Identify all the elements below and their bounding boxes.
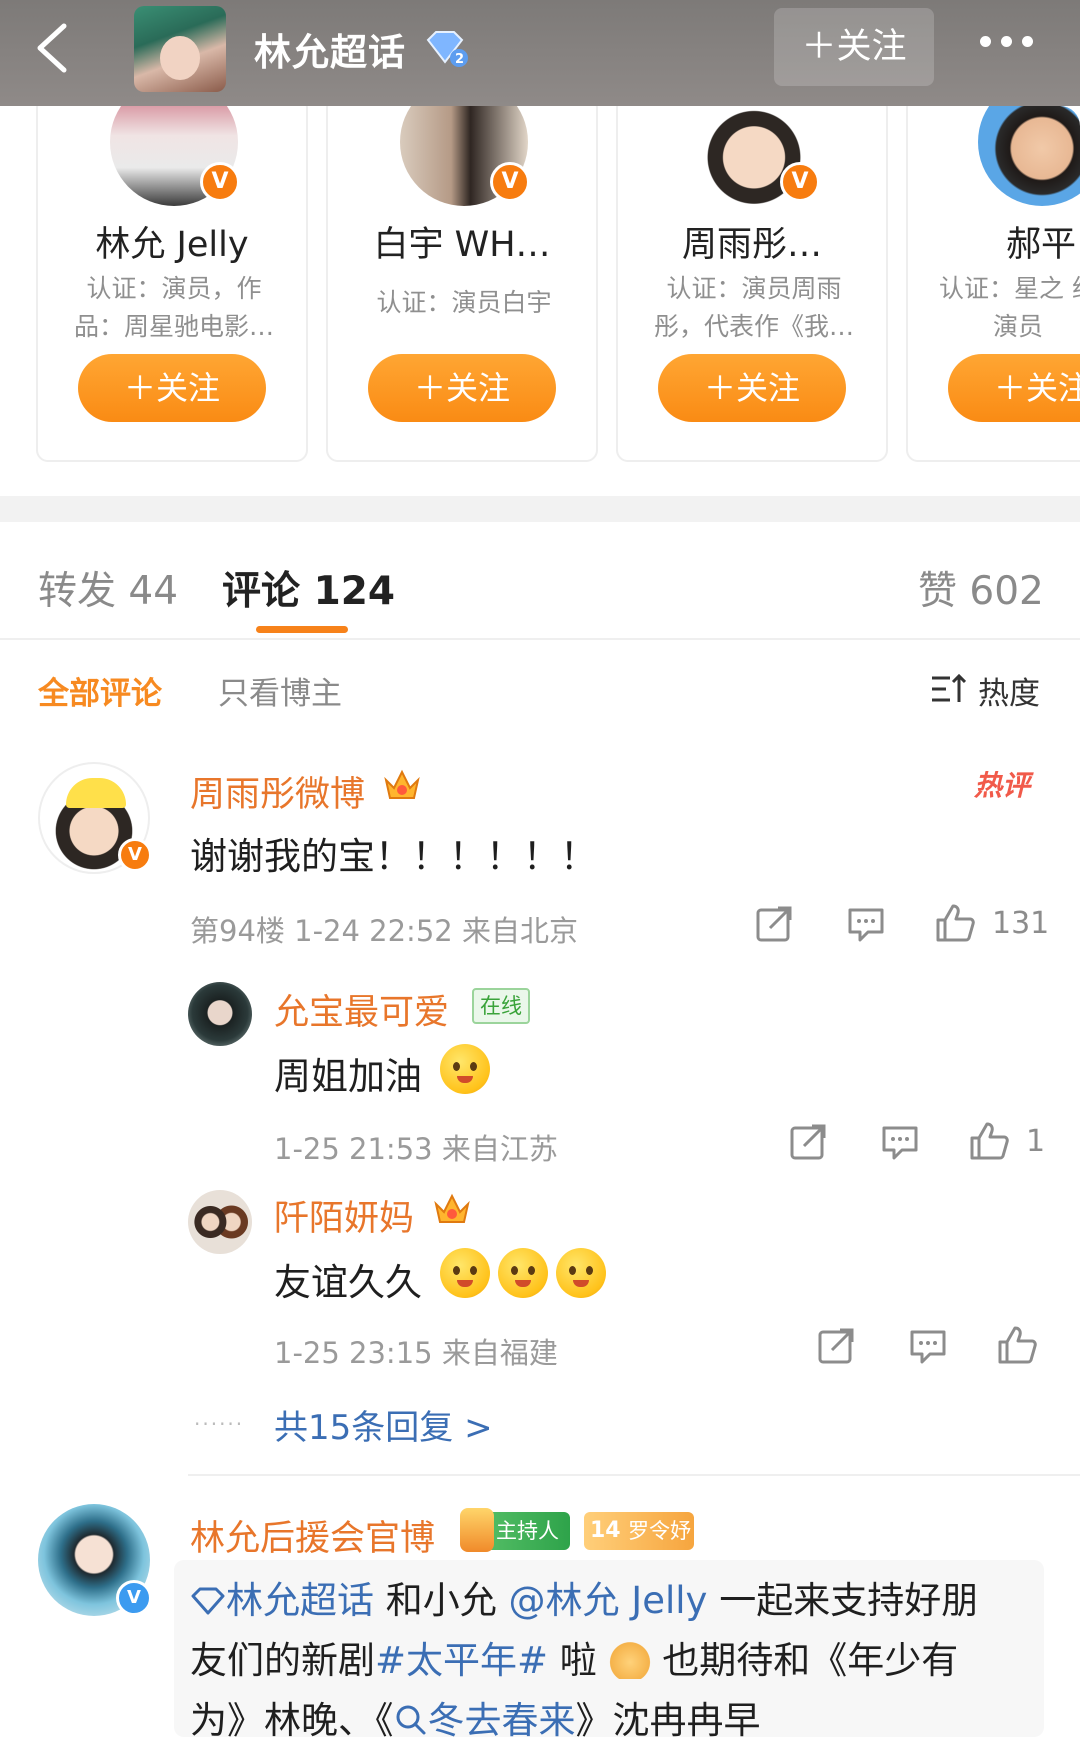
sort-icon[interactable] — [930, 672, 966, 706]
comment-text-segment: 友们的新剧 — [190, 1639, 375, 1682]
like-icon[interactable] — [934, 902, 976, 944]
crown-icon — [384, 769, 420, 799]
back-icon[interactable] — [28, 20, 78, 76]
emoji-pray-icon — [498, 1248, 548, 1298]
comment-text-segment: 和小允 — [374, 1579, 509, 1622]
hashtag-link[interactable]: #太平年# — [375, 1639, 548, 1682]
verified-badge-icon: V — [200, 162, 240, 202]
card-name: 周雨彤… — [681, 225, 822, 265]
avatar[interactable] — [188, 982, 252, 1046]
comment-text-segment: 啦 — [548, 1639, 609, 1682]
reply-name[interactable]: 阡陌妍妈 — [274, 1190, 414, 1241]
mention-link[interactable]: @林允 Jelly — [509, 1579, 708, 1622]
reply-dots: ······ — [194, 1412, 245, 1436]
tab-comments[interactable]: 评论 124 — [222, 560, 395, 616]
comment-icon[interactable] — [880, 1122, 920, 1162]
like-icon[interactable] — [996, 1324, 1038, 1366]
emoji-pray-icon — [556, 1248, 606, 1298]
search-link[interactable]: 冬去春来 — [428, 1699, 576, 1737]
follow-button[interactable]: ＋关注 — [658, 354, 846, 422]
recommend-card[interactable]: V 林允 Jelly 认证：演员，作品：周星驰电影… ＋关注 — [36, 106, 308, 462]
card-desc: 认证：演员周雨彤，代表作《我… — [654, 274, 855, 341]
recommend-card[interactable]: 郝平 认证：星之 约演员 ＋关注 — [906, 106, 1080, 462]
verified-badge-icon: V — [118, 838, 152, 872]
like-count: 131 — [992, 906, 1050, 941]
card-desc: 认证：演员白宇 — [376, 288, 552, 317]
crown-icon — [434, 1193, 470, 1223]
comment-text-segment: 也期待和《年少有 — [650, 1639, 959, 1682]
top-bar: 林允超话 2 ＋关注 — [0, 0, 1080, 106]
share-icon[interactable] — [754, 904, 794, 944]
emoji-cheer-icon — [440, 1044, 490, 1094]
avatar[interactable] — [188, 1190, 252, 1254]
fan-level-label: 罗令妤 — [628, 1519, 691, 1543]
reply-text: 周姐加油 — [274, 1055, 422, 1098]
online-status-badge: 在线 — [472, 988, 530, 1024]
fan-level-number: 14 — [590, 1518, 621, 1543]
tab-repost[interactable]: 转发 44 — [38, 560, 178, 616]
active-tab-indicator — [256, 626, 348, 633]
card-name: 林允 Jelly — [95, 225, 249, 265]
share-icon[interactable] — [816, 1326, 856, 1366]
host-badge: 主持人 — [460, 1508, 570, 1552]
comment-icon[interactable] — [908, 1326, 948, 1366]
view-all-replies-link[interactable]: 共15条回复 > — [274, 1400, 493, 1449]
comment-text-segment: 为》林晚、《 — [190, 1699, 394, 1737]
more-icon[interactable] — [980, 32, 1044, 51]
verified-badge-icon: V — [116, 1580, 152, 1616]
search-icon — [396, 1705, 425, 1735]
like-count: 1 — [1026, 1124, 1046, 1159]
comment-icon[interactable] — [846, 904, 886, 944]
follow-button[interactable]: ＋关注 — [78, 354, 266, 422]
interaction-tabs: 转发 44 评论 124 赞 602 — [0, 522, 1080, 640]
follow-button[interactable]: ＋关注 — [368, 354, 556, 422]
comment-text-segment: 一起来支持好朋 — [707, 1579, 979, 1622]
commenter-name[interactable]: 周雨彤微博 — [190, 766, 365, 817]
filter-all-comments[interactable]: 全部评论 — [38, 668, 162, 713]
emoji-hug-icon — [440, 1248, 490, 1298]
diamond-icon: 2 — [426, 31, 468, 67]
reply-text: 友谊久久 — [274, 1261, 422, 1304]
reply-meta: 1-25 23:15 来自福建 — [274, 1336, 558, 1370]
comment-text: 谢谢我的宝！！！！！！ — [190, 835, 597, 878]
recommend-cards: V 林允 Jelly 认证：演员，作品：周星驰电影… ＋关注 V 白宇 WH… … — [0, 106, 1080, 496]
recommend-card[interactable]: V 白宇 WH… 认证：演员白宇 ＋关注 — [326, 106, 598, 462]
comment-divider — [188, 1474, 1080, 1476]
hot-comment-badge: 热评 — [974, 769, 1031, 802]
page-title: 林允超话 — [254, 31, 406, 74]
card-name: 郝平 — [1006, 225, 1077, 265]
diamond-icon — [191, 1587, 225, 1615]
svg-text:2: 2 — [455, 52, 464, 67]
supertopic-link[interactable]: 林允超话 — [226, 1579, 374, 1622]
card-desc: 认证：演员，作品：周星驰电影… — [74, 274, 275, 341]
follow-button[interactable]: ＋关注 — [948, 354, 1080, 422]
comment-line-1: 林允超话 和小允 @林允 Jelly 一起来支持好朋 — [190, 1570, 978, 1624]
share-icon[interactable] — [788, 1122, 828, 1162]
reply-meta: 1-25 21:53 来自江苏 — [274, 1132, 558, 1166]
comment-line-2: 友们的新剧#太平年# 啦 也期待和《年少有 — [190, 1630, 958, 1684]
tab-likes[interactable]: 赞 602 — [918, 560, 1044, 616]
reply-name[interactable]: 允宝最可爱 — [274, 984, 449, 1035]
comment-line-3: 为》林晚、《 冬去春来》沈冉冉早 — [190, 1690, 761, 1737]
verified-badge-icon: V — [490, 162, 530, 202]
victory-hand-icon — [608, 1637, 651, 1679]
sort-label[interactable]: 热度 — [978, 668, 1040, 713]
follow-supertopic-button[interactable]: ＋关注 — [774, 8, 934, 86]
comment-meta: 第94楼 1-24 22:52 来自北京 — [190, 914, 578, 948]
avatar[interactable] — [978, 106, 1080, 206]
commenter-name[interactable]: 林允后援会官博 — [190, 1510, 435, 1561]
comment-text-segment: 》沈冉冉早 — [575, 1699, 761, 1737]
verified-badge-icon: V — [780, 162, 820, 202]
card-desc: 认证：星之 约演员 — [939, 274, 1080, 341]
fan-level-badge: 14 罗令妤 — [584, 1512, 694, 1550]
recommend-card[interactable]: V 周雨彤… 认证：演员周雨彤，代表作《我… ＋关注 — [616, 106, 888, 462]
supertopic-avatar[interactable] — [134, 6, 226, 92]
card-name: 白宇 WH… — [373, 225, 551, 265]
like-icon[interactable] — [968, 1120, 1010, 1162]
filter-blogger-only[interactable]: 只看博主 — [218, 668, 342, 713]
section-divider — [0, 496, 1080, 522]
